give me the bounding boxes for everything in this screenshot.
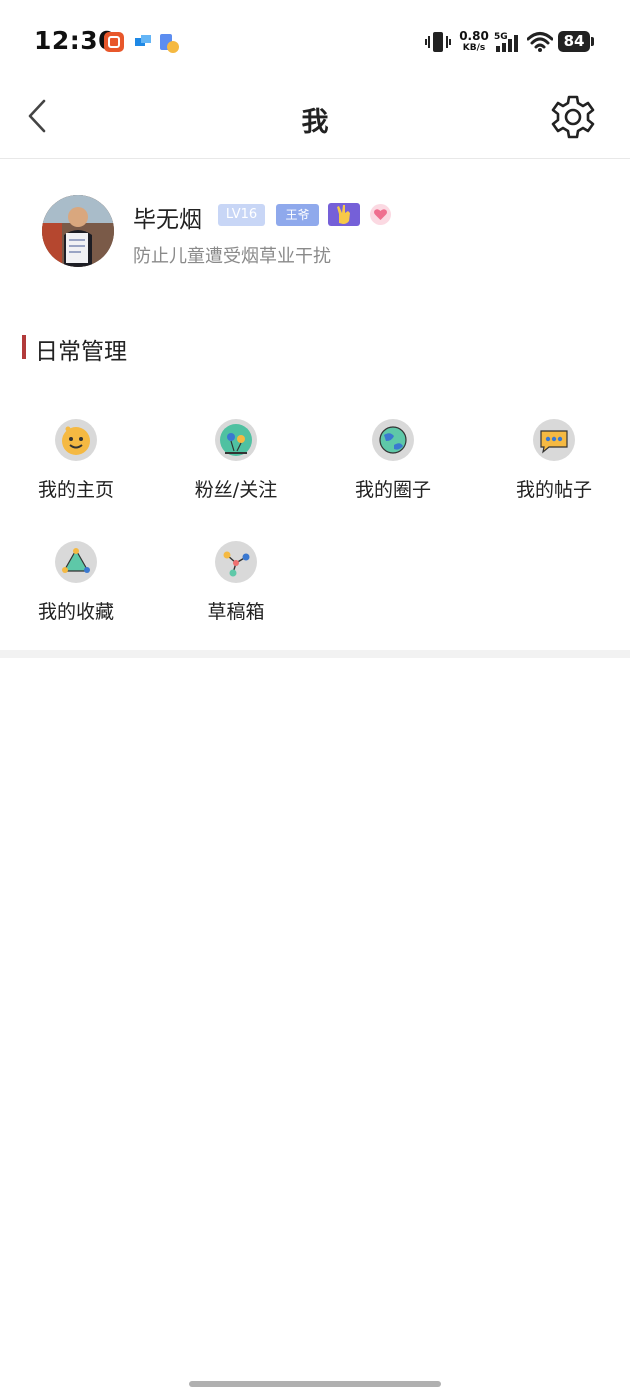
profile-header[interactable]: 毕无烟 LV16 王爷 防止儿童遭受烟草业干扰 (0, 158, 630, 298)
menu-item-label: 粉丝/关注 (194, 479, 278, 501)
smiley-face-icon (55, 419, 97, 461)
menu-item-label: 我的收藏 (37, 601, 114, 623)
menu-item-label: 我的帖子 (515, 479, 592, 501)
page-title: 我 (301, 107, 329, 138)
menu-item-my-homepage[interactable]: 我的主页 (1, 419, 151, 529)
section-title: 日常管理 (35, 339, 127, 365)
balloons-icon (215, 419, 257, 461)
menu-item-label: 我的主页 (37, 479, 114, 501)
menu-item-drafts[interactable]: 草稿箱 (161, 541, 311, 651)
app-notification-icon (104, 32, 124, 52)
navigation-bar: 我 (0, 80, 630, 159)
document-notification-icon (158, 32, 179, 53)
settings-button[interactable] (548, 92, 598, 142)
chat-bubble-icon (533, 419, 575, 461)
battery-cap (591, 37, 594, 46)
home-indicator[interactable] (189, 1381, 441, 1387)
avatar[interactable] (42, 195, 114, 267)
network-type: 5G (494, 32, 508, 42)
status-bar: 12:30 0.80 KB/s 5G 84 (0, 0, 630, 80)
messaging-notification-icon (133, 32, 153, 52)
menu-item-my-favorites[interactable]: 我的收藏 (1, 541, 151, 651)
section-accent-bar (22, 335, 26, 359)
username: 毕无烟 (133, 207, 202, 233)
menu-item-label: 我的圈子 (354, 479, 431, 501)
heart-badge (370, 204, 391, 225)
menu-item-my-posts[interactable]: 我的帖子 (479, 419, 629, 529)
globe-icon (372, 419, 414, 461)
heart-icon (374, 209, 387, 220)
network-speed: 0.80 KB/s (459, 29, 489, 53)
victory-hand-icon (337, 205, 350, 224)
gear-icon (551, 95, 595, 139)
vibrate-icon (425, 31, 451, 57)
bookmark-triangle-icon (55, 541, 97, 583)
bio-text: 防止儿童遭受烟草业干扰 (133, 246, 331, 267)
section-divider (0, 650, 630, 658)
menu-item-label: 草稿箱 (207, 601, 265, 623)
victory-hand-badge (328, 203, 360, 226)
level-badge: LV16 (218, 204, 265, 226)
menu-item-fans-follow[interactable]: 粉丝/关注 (161, 419, 311, 529)
nodes-icon (215, 541, 257, 583)
menu-item-my-circles[interactable]: 我的圈子 (318, 419, 468, 529)
wifi-icon (526, 31, 554, 57)
title-badge: 王爷 (276, 204, 319, 226)
profile-page: 12:30 0.80 KB/s 5G 84 我 毕无烟 LV16 王爷 防止儿童… (0, 0, 630, 1400)
signal-icon: 5G (494, 30, 522, 58)
battery-indicator: 84 (558, 31, 590, 52)
